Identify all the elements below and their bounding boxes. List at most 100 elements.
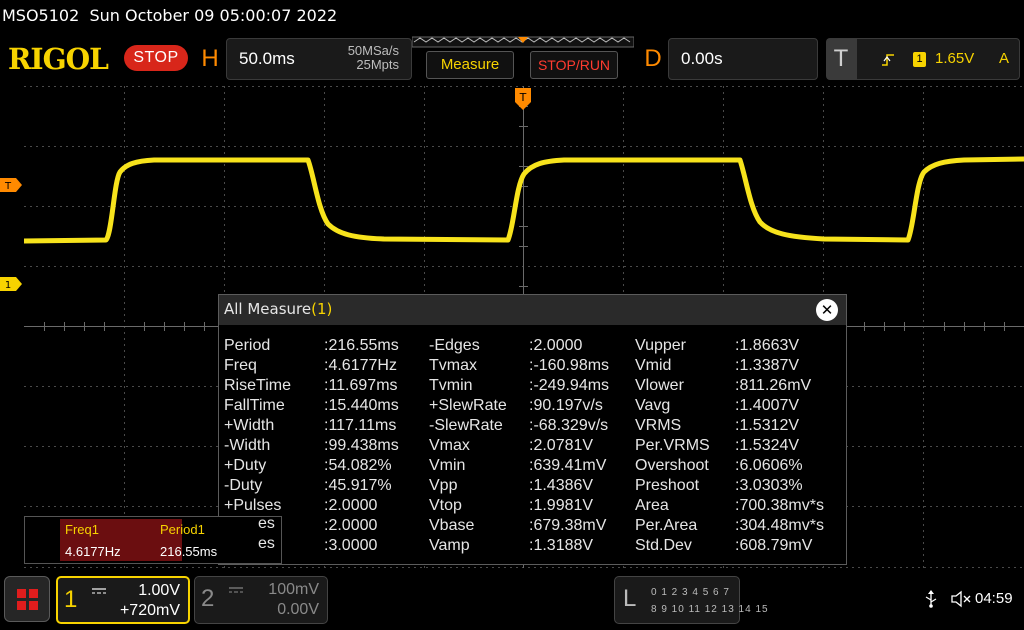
partial-label: es — [258, 535, 275, 552]
measure-row: Vmin :639.41mV — [429, 456, 629, 476]
measure-row: Period :216.55ms — [224, 336, 424, 356]
measure-name: Vbase — [429, 517, 475, 534]
measure-value: :99.438ms — [324, 437, 399, 454]
measure-name: Vmin — [429, 457, 466, 474]
status-bar: MSO5102 Sun October 09 05:00:07 2022 — [0, 0, 1024, 34]
channel2-offset: 0.00V — [277, 601, 319, 618]
channel1-button[interactable]: 1 1.00V +720mV — [56, 576, 190, 624]
measure-row: +Width:117.11ms — [224, 416, 424, 436]
trigger-level-marker[interactable]: T — [0, 178, 22, 192]
trigger-panel[interactable]: 1 1.65V A — [856, 38, 1020, 80]
system-clock: 04:59 — [975, 590, 1013, 607]
measure-row: Vtop:1.9981V — [429, 496, 629, 516]
measure-name: Vpp — [429, 477, 458, 494]
measure-value: :54.082% — [324, 457, 392, 474]
channel1-offset-marker[interactable]: 1 — [0, 277, 22, 291]
measure-value: :1.5312V — [735, 417, 800, 434]
measure-value: :117.11ms — [324, 417, 397, 434]
svg-text:T: T — [519, 91, 527, 104]
trigger-edge-icon — [882, 54, 894, 66]
measure-value: :700.38mv*s — [735, 497, 824, 514]
dc-coupling-icon — [92, 588, 106, 594]
delay-value: 0.00s — [681, 49, 723, 68]
measure-name: +Pulses — [224, 497, 282, 514]
dialog-title-bar[interactable]: All Measure(1) ✕ — [219, 295, 846, 325]
measure-name: -Edges — [429, 337, 480, 354]
timebase-value: 50.0ms — [239, 49, 295, 68]
measure-row: +Pulses :2.0000 — [224, 496, 424, 516]
measure-value: :3.0303% — [735, 477, 803, 494]
measure-row: Overshoot:6.0606% — [635, 456, 845, 476]
measure-row: Vmax:2.0781V — [429, 436, 629, 456]
delay-panel[interactable]: 0.00s — [668, 38, 818, 80]
measure-value: :2.0000 — [324, 517, 378, 534]
measure-value: :2.0000 — [529, 337, 583, 354]
measure-name: Freq — [224, 357, 257, 374]
measure-value: :-68.329v/s — [529, 417, 609, 434]
measure-row: Vlower :811.26mV — [635, 376, 845, 396]
trigger-mode: A — [999, 50, 1010, 67]
measure-row: Tvmin:-249.94ms — [429, 376, 629, 396]
measure-value: :90.197v/s — [529, 397, 603, 414]
trigger-source-badge: 1 — [913, 52, 926, 67]
measure-row: RiseTime:11.697ms — [224, 376, 424, 396]
measure-row: Per.VRMS:1.5324V — [635, 436, 845, 456]
trigger-letter: T — [826, 38, 856, 80]
freq-value: 4.6177Hz — [65, 544, 121, 559]
period-label: Period1 — [160, 522, 205, 537]
measure-value: :216.55ms — [324, 337, 399, 354]
svg-text:T: T — [4, 181, 12, 192]
measure-value: :1.4007V — [735, 397, 800, 414]
measure-name: Period — [224, 337, 271, 354]
sample-rate: 50MSa/s — [347, 43, 399, 58]
measure-row: Vavg :1.4007V — [635, 396, 845, 416]
measure-name: +SlewRate — [429, 397, 507, 414]
measure-button[interactable]: Measure — [426, 51, 514, 79]
logic-analyzer-button[interactable]: L 0 1 2 3 4 5 6 7 8 9 10 11 12 13 14 15 — [614, 576, 768, 624]
measure-row: -Width:99.438ms — [224, 436, 424, 456]
trigger-position-marker[interactable]: T — [515, 88, 531, 110]
stop-run-button[interactable]: STOP/RUN — [530, 51, 618, 79]
svg-text:1: 1 — [5, 280, 11, 291]
close-icon[interactable]: ✕ — [816, 299, 838, 321]
measure-row: Vbase :679.38mV — [429, 516, 629, 536]
measure-row: Vupper:1.8663V — [635, 336, 845, 356]
measure-name: Per.Area — [635, 517, 698, 534]
measure-name: Vtop — [429, 497, 462, 514]
measure-value: :2.0000 — [324, 497, 378, 514]
measure-name: Std.Dev — [635, 537, 692, 554]
measure-row: Per.Area:304.48mv*s — [635, 516, 845, 536]
header-bar: RIGOL STOP H 50.0ms 50MSa/s 25Mpts Measu… — [0, 34, 1024, 84]
channel2-button[interactable]: 2 100mV 0.00V — [194, 576, 328, 624]
measure-value: :-160.98ms — [529, 357, 610, 374]
measure-value: :1.5324V — [735, 437, 800, 454]
run-state-badge[interactable]: STOP — [124, 45, 188, 71]
measure-name: Vavg — [635, 397, 671, 414]
partial-label: es — [258, 515, 275, 532]
measure-name: Overshoot — [635, 457, 709, 474]
logic-channels-row2: 8 9 10 11 12 13 14 15 — [651, 604, 769, 615]
measure-column-3: Vupper:1.8663V Vmid:1.3387V Vlower:811.26m… — [635, 336, 845, 556]
measure-row: Tvmax:-160.98ms — [429, 356, 629, 376]
measure-value: :1.3188V — [529, 537, 594, 554]
measure-value: :811.26mV — [735, 377, 812, 394]
menu-grid-icon[interactable] — [4, 576, 50, 622]
delay-letter: D — [644, 45, 662, 72]
measure-name: RiseTime — [224, 377, 291, 394]
measure-value: :639.41mV — [529, 457, 607, 474]
measure-value: :3.0000 — [324, 537, 378, 554]
measure-name: Area — [635, 497, 669, 514]
dc-coupling-icon — [229, 587, 243, 593]
measure-name: Vlower — [635, 377, 684, 394]
measure-value: :1.8663V — [735, 337, 800, 354]
measure-value: :679.38mV — [529, 517, 607, 534]
channel1-number: 1 — [64, 586, 78, 613]
speaker-mute-icon[interactable] — [950, 590, 972, 608]
measure-name: +Duty — [224, 457, 267, 474]
horizontal-panel[interactable]: 50.0ms 50MSa/s 25Mpts — [226, 38, 412, 80]
all-measure-dialog: All Measure(1) ✕ Period:216.55ms Freq:4.6… — [218, 294, 847, 565]
memory-depth: 25Mpts — [356, 57, 399, 72]
period-value: 216.55ms — [160, 544, 218, 559]
logic-letter: L — [623, 585, 637, 612]
logic-channels-row1: 0 1 2 3 4 5 6 7 — [651, 587, 730, 598]
